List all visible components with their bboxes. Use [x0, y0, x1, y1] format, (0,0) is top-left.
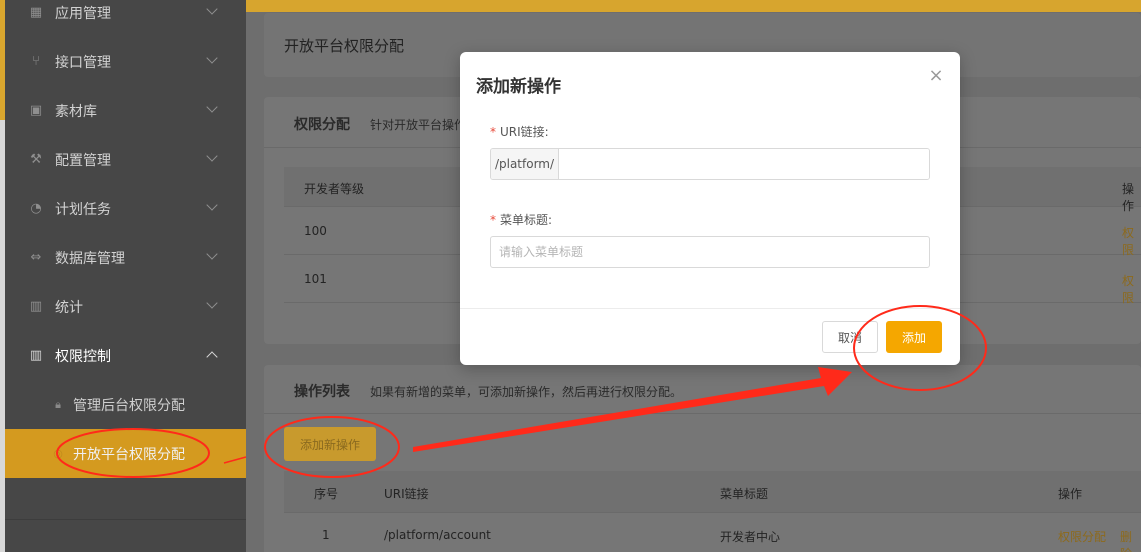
- image-icon: ▣: [29, 103, 43, 118]
- add-operation-button[interactable]: 添加新操作: [284, 427, 376, 461]
- dialog-title: 添加新操作: [476, 77, 561, 97]
- sidebar-subitem-admin-permissions[interactable]: 🔒︎ 管理后台权限分配: [5, 380, 246, 429]
- chevron-down-icon: [206, 199, 218, 211]
- chevron-down-icon: [206, 101, 218, 113]
- chevron-down-icon: [206, 3, 218, 15]
- grid-icon: ▦: [29, 5, 43, 20]
- uri-input[interactable]: [559, 149, 929, 179]
- required-mark: *: [490, 125, 496, 139]
- add-operation-dialog: 添加新操作 × * URI链接: /platform/ * 菜单标题: 取消 添加: [460, 52, 960, 365]
- sidebar-item-statistics[interactable]: ▥ 统计: [5, 282, 246, 331]
- sidebar-subitem-label: 开放平台权限分配: [73, 446, 185, 463]
- sidebar-item-api-management[interactable]: ⑂ 接口管理: [5, 37, 246, 86]
- chevron-down-icon: [206, 297, 218, 309]
- sidebar-item-materials[interactable]: ▣ 素材库: [5, 86, 246, 135]
- column-header: 菜单标题: [720, 487, 769, 501]
- cancel-button[interactable]: 取消: [822, 321, 878, 353]
- column-header: 序号: [314, 487, 339, 501]
- sidebar-item-label: 权限控制: [55, 348, 111, 365]
- required-mark: *: [490, 213, 496, 227]
- bar-chart-icon: ▥: [29, 348, 43, 363]
- header-accent-strip: [246, 0, 1141, 12]
- menu-title-field-label: * 菜单标题:: [490, 211, 552, 228]
- wrench-icon: ⚒: [30, 152, 42, 167]
- uri-field-label: * URI链接:: [490, 123, 549, 140]
- page-title: 开放平台权限分配: [284, 37, 405, 55]
- clock-icon: ◔: [30, 201, 42, 216]
- sidebar-subitem-open-platform-permissions[interactable]: ◎ 开放平台权限分配: [5, 429, 246, 478]
- permission-link[interactable]: 权限: [1122, 224, 1141, 258]
- close-icon[interactable]: ×: [928, 67, 944, 85]
- table-header: 序号 URI链接 菜单标题 操作: [284, 471, 1141, 513]
- chevron-down-icon: [206, 150, 218, 162]
- chevron-down-icon: [206, 52, 218, 64]
- sidebar-divider: [5, 519, 246, 520]
- uri-prefix: /platform/: [491, 149, 559, 179]
- bar-chart-icon: ▥: [29, 299, 43, 314]
- sidebar-item-label: 数据库管理: [55, 250, 125, 267]
- delete-link[interactable]: 删除: [1120, 528, 1141, 552]
- add-button[interactable]: 添加: [886, 321, 942, 353]
- level-cell: 101: [304, 272, 327, 286]
- sidebar-item-label: 应用管理: [55, 5, 111, 22]
- chevron-up-icon: [206, 351, 218, 363]
- sidebar-item-permissions[interactable]: ▥ 权限控制: [5, 331, 246, 380]
- operations-card-title: 操作列表: [294, 384, 350, 400]
- dialog-footer-divider: [460, 308, 960, 309]
- link-icon: ⇔: [30, 250, 42, 265]
- row-number: 1: [322, 528, 330, 542]
- menu-title-label-text: 菜单标题:: [500, 213, 553, 227]
- sidebar-item-scheduled-tasks[interactable]: ◔ 计划任务: [5, 184, 246, 233]
- operations-card: 操作列表 如果有新增的菜单，可添加新操作，然后再进行权限分配。 序号 URI链接…: [264, 365, 1141, 552]
- chevron-down-icon: [206, 248, 218, 260]
- permission-link[interactable]: 权限: [1122, 272, 1141, 306]
- branch-icon: ⑂: [32, 54, 40, 69]
- sidebar-item-label: 计划任务: [55, 201, 111, 218]
- permission-card-title: 权限分配: [294, 117, 350, 133]
- sidebar-item-label: 配置管理: [55, 152, 111, 169]
- sidebar-item-database[interactable]: ⇔ 数据库管理: [5, 233, 246, 282]
- menu-title-cell: 开发者中心: [720, 530, 781, 544]
- table-row: 1 /platform/account 开发者中心 权限分配 删除: [284, 513, 1141, 552]
- permission-card-desc: 针对开放平台操作: [370, 118, 467, 132]
- uri-label-text: URI链接:: [500, 125, 549, 139]
- assign-permission-link[interactable]: 权限分配: [1058, 528, 1106, 545]
- menu-title-input[interactable]: [490, 236, 930, 268]
- sidebar-item-label: 接口管理: [55, 54, 111, 71]
- lock-icon: 🔒︎: [55, 397, 61, 411]
- sidebar-subitem-label: 管理后台权限分配: [73, 397, 185, 414]
- card-divider: [264, 413, 1141, 414]
- sidebar: ▦ 应用管理 ⑂ 接口管理 ▣ 素材库 ⚒ 配置管理 ◔ 计划任务 ⇔ 数据库管…: [0, 0, 246, 552]
- sidebar-item-label: 统计: [55, 299, 83, 316]
- column-header: 操作: [1058, 487, 1083, 501]
- circle-icon: ◎: [53, 447, 63, 460]
- level-cell: 100: [304, 224, 327, 238]
- sidebar-item-label: 素材库: [55, 103, 97, 120]
- sidebar-item-config[interactable]: ⚒ 配置管理: [5, 135, 246, 184]
- uri-cell: /platform/account: [384, 528, 491, 542]
- uri-input-group: /platform/: [490, 148, 930, 180]
- column-header: URI链接: [384, 487, 429, 501]
- operations-card-desc: 如果有新增的菜单，可添加新操作，然后再进行权限分配。: [370, 385, 683, 399]
- column-header: 开发者等级: [304, 182, 365, 196]
- sidebar-item-app-management[interactable]: ▦ 应用管理: [5, 0, 246, 37]
